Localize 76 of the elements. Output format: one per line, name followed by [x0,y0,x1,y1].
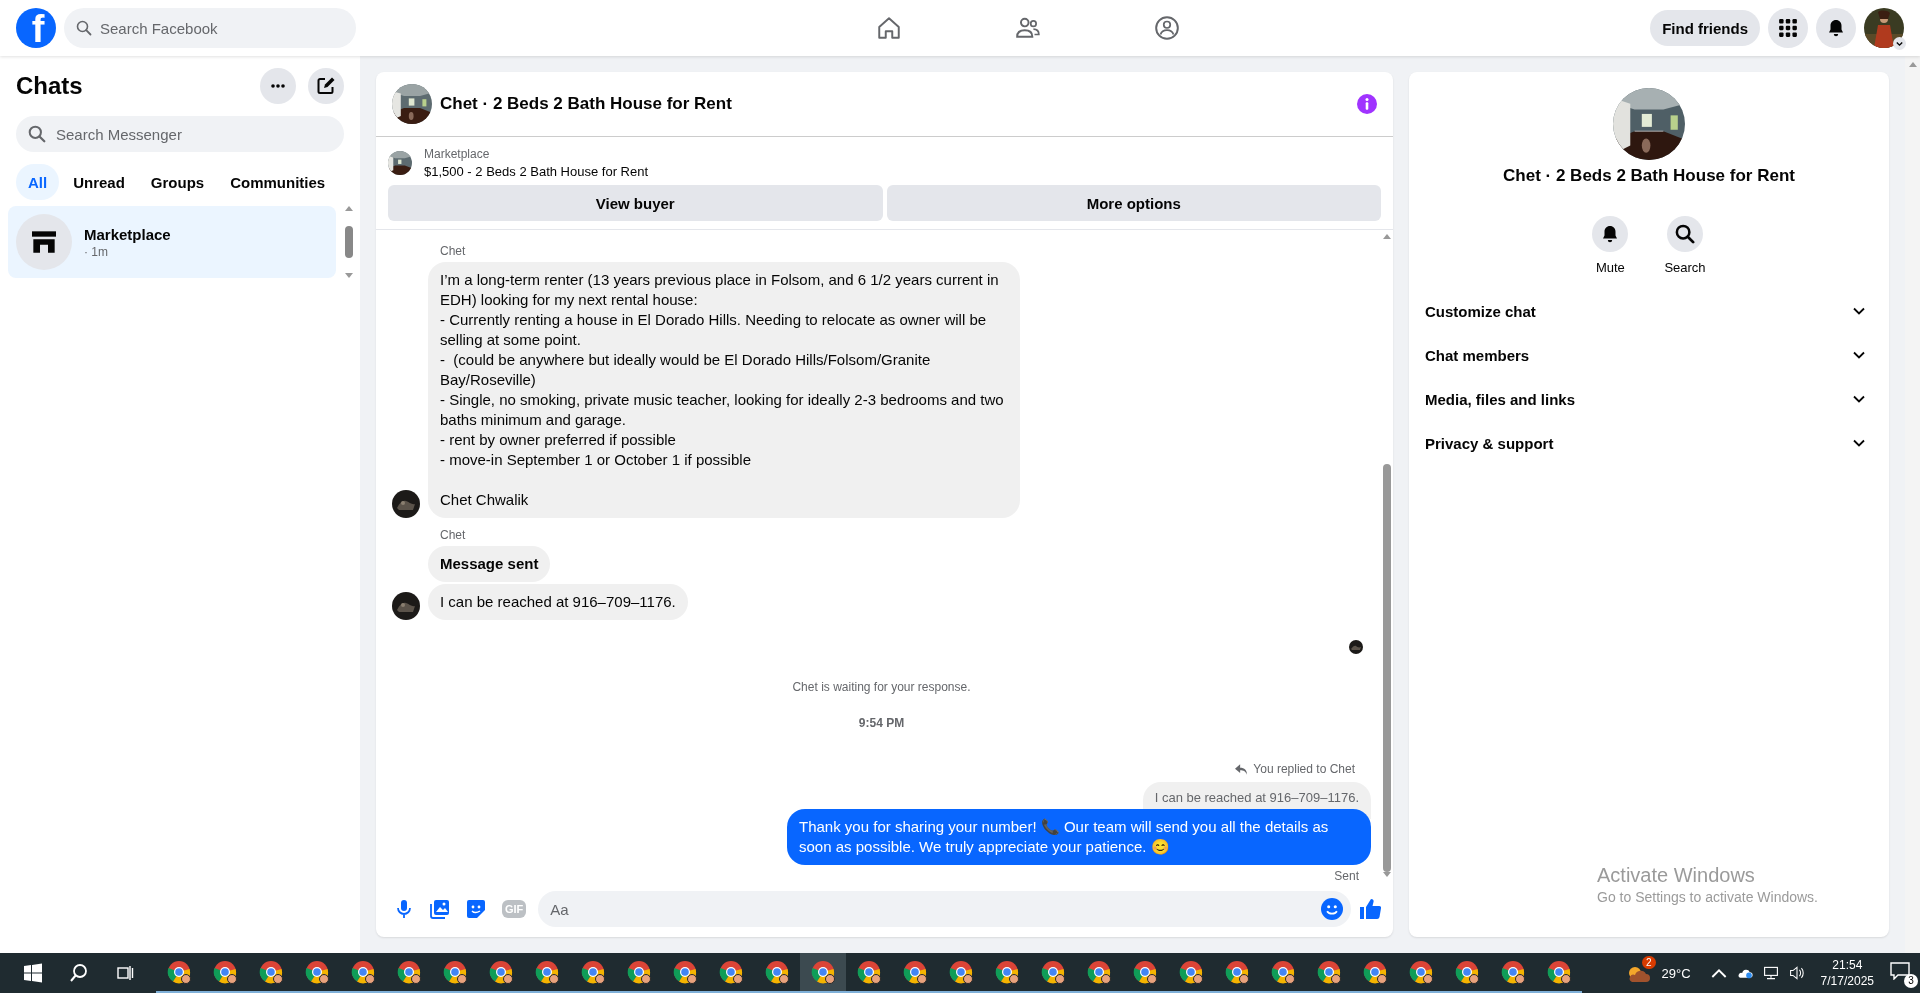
thumbs-up-icon[interactable] [1359,898,1381,920]
search-field[interactable]: Search Facebook [64,8,356,48]
friends-icon[interactable] [1015,15,1042,41]
message-bubble: Message sent [428,546,551,582]
action-label: Search [1664,260,1706,275]
chat-title: Chet · 2 Beds 2 Bath House for Rent [440,94,733,114]
find-friends-button[interactable]: Find friends [1650,10,1760,46]
search-field[interactable]: Search Messenger [16,116,344,152]
filter-tab[interactable]: Unread [61,164,137,200]
groups-icon[interactable] [1154,15,1181,41]
delivery-status: Sent [1333,869,1360,881]
activation-notice-text: Go to Settings to activate Windows. [1597,889,1818,905]
collapsible-section[interactable]: Privacy & support [1417,421,1881,465]
windows-start-icon[interactable] [23,963,43,983]
photo-icon[interactable] [430,899,450,919]
collapsible-section[interactable]: Customize chat [1417,289,1881,333]
search-icon[interactable] [69,963,89,983]
chats-title: Chats [16,72,83,100]
mute-button[interactable] [1592,216,1629,252]
new-message-button[interactable] [308,68,344,104]
emoji-icon[interactable] [1321,898,1343,920]
activation-notice-title: Activate Windows [1597,864,1756,887]
search-icon [1675,224,1695,244]
message-input[interactable]: Aa [538,891,1351,927]
action-button[interactable]: More options [886,185,1381,221]
home-icon[interactable] [876,15,903,41]
collapsible-section[interactable]: Chat members [1417,333,1881,377]
message-bubble: Thank you for sharing your number! 📞 Our team will send you all the details as soon as possible. We truly appreciate your patience. 😊 [787,809,1371,865]
chat-list-item[interactable]: Marketplace · 1m [8,206,336,278]
listing-title: $1,500 - 2 Beds 2 Bath House for Rent [424,164,649,179]
collapsible-section[interactable]: Media, files and links [1417,377,1881,421]
status-notice: Chet is waiting for your response. [791,680,972,694]
action-button[interactable]: View buyer [388,185,883,221]
chat-time: · 1m [84,244,109,259]
avatar[interactable] [392,490,420,518]
read-receipt-avatar [1349,640,1363,654]
more-options-button[interactable] [260,68,296,104]
filter-tab[interactable]: Groups [138,164,217,200]
browser-taskbar-icon[interactable] [800,953,846,993]
bell-icon [1826,18,1846,38]
info-icon[interactable] [1357,94,1377,114]
reply-icon [1235,763,1248,775]
search-button[interactable] [1667,216,1703,252]
notification-center-icon[interactable] [1890,962,1910,980]
profile-avatar[interactable] [1864,8,1904,48]
notification-count: 3 [1904,974,1918,988]
compose-icon [316,76,336,96]
notifications-button[interactable] [1816,8,1856,48]
facebook-logo[interactable]: f [16,8,56,48]
sender-name: Chet [440,244,467,258]
search-icon [28,125,46,143]
reply-label: You replied to Chet [1253,762,1355,776]
chat-name: Marketplace [84,225,171,243]
search-icon [76,20,92,36]
avatar[interactable] [392,592,420,620]
task-view-icon[interactable] [115,963,135,983]
filter-tab[interactable]: All [16,164,60,200]
filter-tab[interactable]: Communities [218,164,338,200]
speaker-icon[interactable] [1788,966,1805,980]
network-icon[interactable] [1762,966,1779,980]
timestamp: 9:54 PM [857,716,906,730]
message-bubble: I’m a long-term renter (13 years previous place in Folsom, and 6 1/2 years current in EDH) looking for my next rental house: - Currently renting a house in El Dorado Hills. Needing to relocate as owner will be selling at some point. - (could be anywhere but ideally would be El Dorado Hills/Folsom/Granite Bay/Roseville) - Single, no smoking, private music teacher, looking for ideally 2-3 bedrooms and two baths minimum and garage. - rent by owner preferred if possible - move-in September 1 or October 1 if possible Chet Chwalik [428,262,1020,518]
grid-icon [1778,18,1798,38]
sender-name: Chet [440,528,467,542]
listing-source: Marketplace [424,147,491,161]
temperature: 29°C [1661,965,1691,981]
sticker-icon[interactable] [466,899,486,919]
action-label: Mute [1595,260,1625,275]
chevron-down-icon[interactable] [1893,37,1906,50]
menu-button[interactable] [1768,8,1808,48]
clock-date: 7/17/2025 [1820,973,1874,989]
microphone-icon[interactable] [394,899,414,919]
weather-badge: 2 [1642,956,1656,969]
message-bubble: I can be reached at 916–709–1176. [428,584,688,620]
conversation-title: Chet · 2 Beds 2 Bath House for Rent [1503,166,1795,186]
clock-time: 21:54 [1832,957,1863,973]
